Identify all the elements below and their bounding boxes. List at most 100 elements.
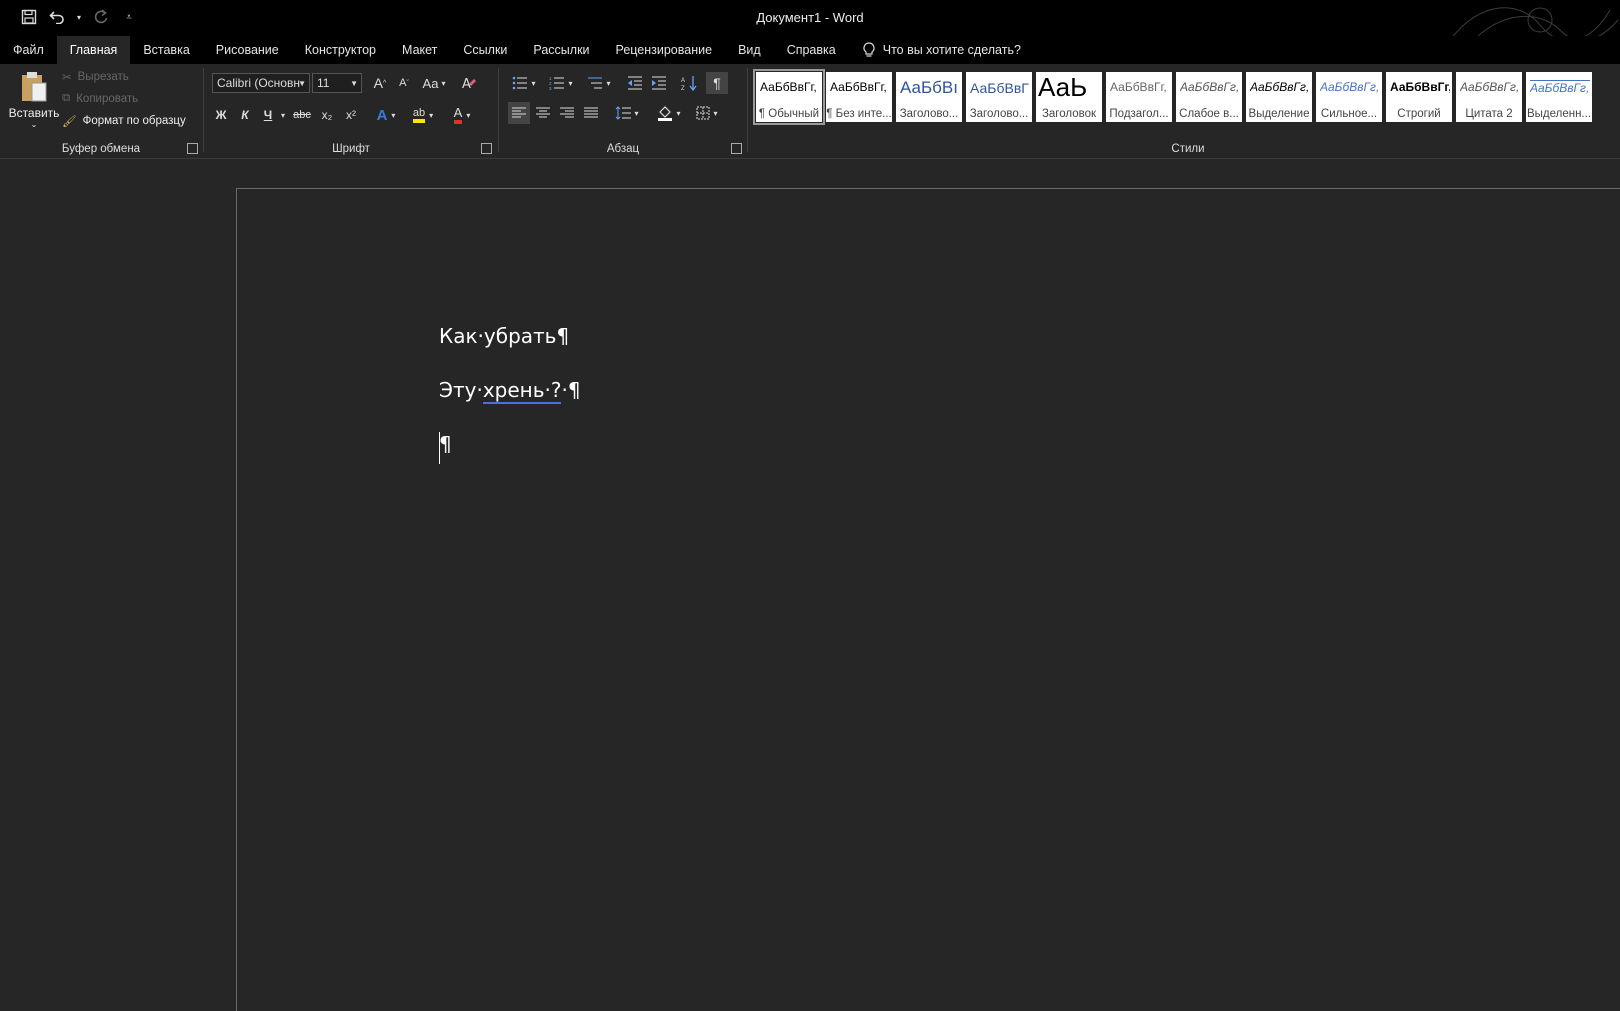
ribbon-home: Вставить ⌄ ✂ Вырезать ⧉ Копировать 🖌 Фор…: [0, 64, 1620, 159]
font-size-value: 11: [317, 76, 330, 90]
clipboard-launcher-icon[interactable]: x: [187, 143, 198, 154]
tab-view[interactable]: Вид: [725, 36, 774, 64]
paintbrush-icon: 🖌: [62, 116, 77, 128]
styles-gallery: АаБбВвГг, ¶ Обычный АаБбВвГг, ¶ Без инте..…: [753, 69, 1592, 125]
grow-font-glyph: A: [373, 75, 384, 91]
decrease-indent-button[interactable]: [624, 72, 646, 94]
style-sample: АаБбВвГг,: [1530, 80, 1590, 95]
style-name: ¶ Обычный: [758, 108, 820, 120]
cut-label: Вырезать: [77, 71, 129, 83]
format-painter-button[interactable]: 🖌 Формат по образцу: [62, 114, 186, 128]
bold-button[interactable]: Ж: [210, 104, 232, 126]
tab-home[interactable]: Главная: [56, 36, 131, 64]
sort-button[interactable]: AZ: [678, 72, 700, 94]
style-subtitle[interactable]: АаБбВвГг, Подзагол...: [1106, 72, 1172, 122]
italic-button[interactable]: К: [234, 104, 256, 126]
bullets-button[interactable]: ▾: [508, 72, 540, 94]
style-emphasis[interactable]: АаБбВвГг, Выделение: [1246, 72, 1312, 122]
style-sample: АаЬ: [1038, 72, 1088, 102]
style-sample: АаБбВвГг,: [1180, 80, 1240, 94]
style-no-spacing[interactable]: АаБбВвГг, ¶ Без инте...: [826, 72, 892, 122]
cut-button[interactable]: ✂ Вырезать: [62, 70, 129, 84]
style-name: Подзагол...: [1109, 108, 1169, 120]
clipboard-group-label: Буфер обмена: [61, 143, 141, 155]
align-center-button[interactable]: [532, 102, 554, 124]
highlighter-icon: ab: [412, 107, 426, 123]
style-sample: АаБбВвГг,: [1460, 80, 1520, 94]
shrink-font-button[interactable]: Aˇ: [394, 72, 414, 94]
paste-button[interactable]: Вставить ⌄: [6, 68, 62, 134]
align-right-icon: [560, 107, 574, 118]
show-formatting-marks-button[interactable]: ¶: [706, 72, 728, 94]
paragraph-2[interactable]: Эту·хрень·?·¶: [439, 378, 581, 404]
numbering-button[interactable]: 1 2 3 ▾: [544, 72, 578, 94]
tab-insert[interactable]: Вставка: [130, 36, 202, 64]
tell-me-box[interactable]: Что вы хотите сделать?: [863, 36, 1021, 64]
spelling-flagged-text[interactable]: хрень·?: [482, 378, 562, 404]
borders-button[interactable]: ▾: [690, 102, 724, 124]
change-case-button[interactable]: Aa ▾: [418, 72, 450, 94]
paragraph-2-part-a: Эту·: [439, 378, 483, 402]
style-name: Слабое в...: [1179, 108, 1239, 120]
align-left-icon: [512, 107, 526, 118]
tab-mailings[interactable]: Рассылки: [520, 36, 602, 64]
underline-button[interactable]: Ч: [258, 104, 278, 126]
paragraph-1[interactable]: Как·убрать¶: [439, 324, 569, 348]
paragraph-launcher-icon[interactable]: x: [731, 143, 742, 154]
align-right-button[interactable]: [556, 102, 578, 124]
style-sample: АаБбВвГг,: [830, 80, 887, 94]
clear-formatting-button[interactable]: A: [458, 72, 480, 94]
font-group-label: Шрифт: [332, 143, 370, 155]
style-normal[interactable]: АаБбВвГг, ¶ Обычный: [753, 69, 825, 125]
multilevel-list-button[interactable]: ▾: [582, 72, 616, 94]
grow-font-button[interactable]: A ^: [370, 72, 390, 94]
tab-review[interactable]: Рецензирование: [603, 36, 726, 64]
underline-dropdown-icon[interactable]: ▾: [278, 104, 288, 126]
tab-help[interactable]: Справка: [774, 36, 849, 64]
borders-icon: [696, 106, 710, 120]
group-divider: [498, 68, 499, 152]
format-painter-label: Формат по образцу: [82, 115, 186, 127]
style-subtle-emphasis[interactable]: АаБбВвГг, Слабое в...: [1176, 72, 1242, 122]
align-left-button[interactable]: [508, 102, 530, 124]
style-heading-2[interactable]: АаБбВвГ Заголово...: [966, 72, 1032, 122]
style-intense-quote[interactable]: АаБбВвГг, Выделенн...: [1526, 72, 1592, 122]
increase-indent-button[interactable]: [648, 72, 670, 94]
tab-design[interactable]: Конструктор: [292, 36, 389, 64]
tab-layout[interactable]: Макет: [389, 36, 450, 64]
subscript-button[interactable]: x₂: [316, 104, 338, 126]
style-title[interactable]: АаЬ Заголовок: [1036, 72, 1102, 122]
scissors-icon: ✂: [62, 72, 72, 84]
tell-me-text: Что вы хотите сделать?: [882, 43, 1021, 57]
style-quote-2[interactable]: АаБбВвГг, Цитата 2: [1456, 72, 1522, 122]
paste-dropdown-icon[interactable]: ⌄: [6, 120, 62, 129]
text-effects-button[interactable]: A ▾: [370, 104, 402, 126]
copy-button[interactable]: ⧉ Копировать: [62, 92, 138, 105]
paragraph-group-label: Абзац: [606, 143, 640, 155]
tab-file[interactable]: Файл: [0, 36, 57, 64]
font-name-combo[interactable]: Calibri (Основн ▼: [212, 73, 310, 93]
tab-references[interactable]: Ссылки: [450, 36, 520, 64]
clear-formatting-icon: A: [462, 77, 476, 91]
document-page[interactable]: [236, 188, 1620, 1011]
font-color-icon: A: [453, 106, 463, 124]
chevron-down-icon: ▼: [298, 78, 306, 88]
style-intense-emphasis[interactable]: АаБбВвГг, Сильное...: [1316, 72, 1382, 122]
font-color-button[interactable]: A ▾: [446, 104, 478, 126]
style-sample: АаБбВı: [900, 78, 958, 97]
font-launcher-icon[interactable]: x: [481, 143, 492, 154]
decrease-indent-icon: [628, 76, 642, 90]
shading-button[interactable]: ▾: [652, 102, 686, 124]
paragraph-3[interactable]: ¶: [439, 432, 452, 456]
tab-draw[interactable]: Рисование: [203, 36, 292, 64]
highlight-button[interactable]: ab ▾: [406, 104, 440, 126]
line-spacing-button[interactable]: ▾: [610, 102, 644, 124]
text-cursor: [439, 432, 440, 464]
superscript-button[interactable]: x²: [340, 104, 362, 126]
style-sample: АаБбВвГг,: [1250, 80, 1310, 94]
strikethrough-button[interactable]: abc: [290, 104, 314, 126]
font-size-combo[interactable]: 11 ▼: [312, 73, 362, 93]
style-strong[interactable]: АаБбВвГг, Строгий: [1386, 72, 1452, 122]
justify-button[interactable]: [580, 102, 602, 124]
style-heading-1[interactable]: АаБбВı Заголово...: [896, 72, 962, 122]
